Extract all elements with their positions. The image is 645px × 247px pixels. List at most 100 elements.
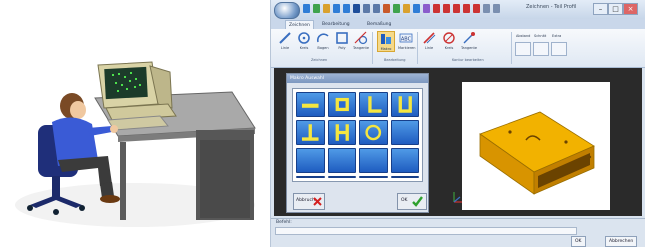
- person-at-computer-illustration: [15, 61, 256, 227]
- section-button[interactable]: Schnitt: [533, 34, 549, 56]
- tangent-icon: [354, 31, 368, 45]
- distance-button[interactable]: Abstand: [515, 34, 531, 56]
- dialog-title: Makro Auswahl: [287, 74, 428, 83]
- macro-cell[interactable]: [359, 176, 388, 178]
- tool-icon[interactable]: [433, 4, 440, 13]
- command-input[interactable]: [275, 227, 577, 235]
- macro-cell[interactable]: [296, 120, 325, 145]
- close-icon: [313, 197, 322, 206]
- line-button[interactable]: Linie: [277, 31, 293, 50]
- macro-cell[interactable]: [327, 148, 356, 173]
- cancel-button[interactable]: Abbruch: [293, 193, 325, 210]
- tool-icon[interactable]: [383, 4, 390, 13]
- ok-button[interactable]: OK: [397, 193, 427, 210]
- t-profile-icon: [301, 124, 319, 141]
- tool-icon[interactable]: [443, 4, 450, 13]
- axis-icon: [453, 192, 462, 203]
- dropdown-icon[interactable]: [493, 4, 500, 13]
- save-icon[interactable]: [343, 4, 350, 13]
- distance-button-label: Abstand: [516, 34, 531, 38]
- macro-button-label: Makro: [380, 47, 392, 51]
- ribbon-tabs: Zeichnen Bearbeitung Bemaßung: [271, 19, 645, 30]
- group-label: Bearbeitung: [384, 58, 406, 62]
- polyline-button-label: Poly: [338, 46, 346, 50]
- arc-button-label: Bogen: [317, 46, 329, 50]
- macro-cell[interactable]: [296, 148, 325, 173]
- tool-icon[interactable]: [463, 4, 470, 13]
- contour-line-label: Linie: [424, 46, 434, 50]
- flat-bar-icon: [301, 103, 319, 108]
- mark-button[interactable]: ABC Markieren: [398, 31, 416, 50]
- macro-cell[interactable]: [390, 120, 419, 145]
- close-button[interactable]: ×: [623, 3, 638, 15]
- mark-button-label: Markieren: [398, 46, 416, 50]
- tool-icon[interactable]: [403, 4, 410, 13]
- contour-circle-button[interactable]: Kreis: [441, 31, 457, 50]
- tangent-button[interactable]: Tangente: [353, 31, 369, 50]
- minimize-button[interactable]: –: [593, 3, 608, 15]
- macro-cell[interactable]: [327, 176, 356, 178]
- status-cancel-button[interactable]: Abbrechen: [605, 236, 638, 247]
- command-label: Befehl:: [276, 220, 292, 225]
- status-ok-button[interactable]: OK: [571, 236, 586, 247]
- ribbon: Linie Kreis Bogen Poly Tangente Makro AB…: [271, 29, 645, 68]
- macro-cell[interactable]: [327, 120, 356, 145]
- h-beam-icon: [335, 124, 349, 141]
- macro-cell[interactable]: [359, 148, 388, 173]
- tool-icon[interactable]: [483, 4, 490, 13]
- application-menu-button[interactable]: [274, 2, 300, 19]
- contour-tangent-label: Tangente: [461, 46, 478, 50]
- tool-icon[interactable]: [453, 4, 460, 13]
- ribbon-separator: [511, 32, 512, 64]
- tangent-icon: [463, 32, 475, 44]
- contour-line-button[interactable]: Linie: [421, 31, 437, 50]
- macro-button[interactable]: Makro: [377, 31, 395, 52]
- macro-cell[interactable]: [390, 148, 419, 173]
- arc-icon: [316, 33, 329, 43]
- tool-icon[interactable]: [473, 4, 480, 13]
- group-label: Zeichnen: [311, 58, 328, 62]
- tangent-button-label: Tangente: [353, 46, 370, 50]
- tool-icon[interactable]: [423, 4, 430, 13]
- macro-cell[interactable]: [390, 176, 419, 178]
- macro-cell[interactable]: [390, 92, 419, 117]
- cad-application-window: Zeichnen - Teil Profil – □ × Zeichnen Be…: [270, 0, 645, 247]
- redo-icon[interactable]: [373, 4, 380, 13]
- ribbon-separator: [417, 32, 418, 64]
- tab-bearbeitung[interactable]: Bearbeitung: [319, 20, 353, 29]
- rectangular-tube-3d-model: [479, 111, 595, 195]
- round-tube-icon: [365, 124, 382, 141]
- abc-text-icon: ABC: [399, 33, 413, 43]
- extra-button[interactable]: Extra: [551, 34, 567, 56]
- tool-icon[interactable]: [323, 4, 330, 13]
- contour-tangent-button[interactable]: Tangente: [461, 31, 477, 50]
- tool-icon[interactable]: [313, 4, 320, 13]
- macro-cell[interactable]: [359, 92, 388, 117]
- line-icon: [423, 32, 436, 44]
- maximize-button[interactable]: □: [608, 3, 623, 15]
- macro-cell[interactable]: [327, 92, 356, 117]
- circle-button-label: Kreis: [299, 46, 309, 50]
- cancel-button-label: Abbruch: [296, 198, 315, 203]
- tool-icon[interactable]: [393, 4, 400, 13]
- macro-icon: [381, 34, 391, 44]
- ok-button-label: OK: [401, 198, 408, 203]
- tool-icon[interactable]: [413, 4, 420, 13]
- tab-bemassung[interactable]: Bemaßung: [364, 20, 394, 29]
- polyline-button[interactable]: Poly: [334, 31, 350, 50]
- print-icon[interactable]: [353, 4, 360, 13]
- quick-access-toolbar: [303, 4, 500, 15]
- macro-cell[interactable]: [296, 176, 325, 178]
- angle-profile-icon: [368, 96, 382, 113]
- circle-button[interactable]: Kreis: [296, 31, 312, 50]
- extra-button-label: Extra: [552, 34, 562, 38]
- circle-icon: [443, 32, 455, 44]
- macro-cell[interactable]: [359, 120, 388, 145]
- save-icon[interactable]: [333, 4, 340, 13]
- line-button-label: Linie: [280, 46, 290, 50]
- tool-icon[interactable]: [303, 4, 310, 13]
- undo-icon[interactable]: [363, 4, 370, 13]
- 3d-viewport[interactable]: [462, 82, 610, 210]
- macro-cell[interactable]: [296, 92, 325, 117]
- arc-button[interactable]: Bogen: [315, 31, 331, 50]
